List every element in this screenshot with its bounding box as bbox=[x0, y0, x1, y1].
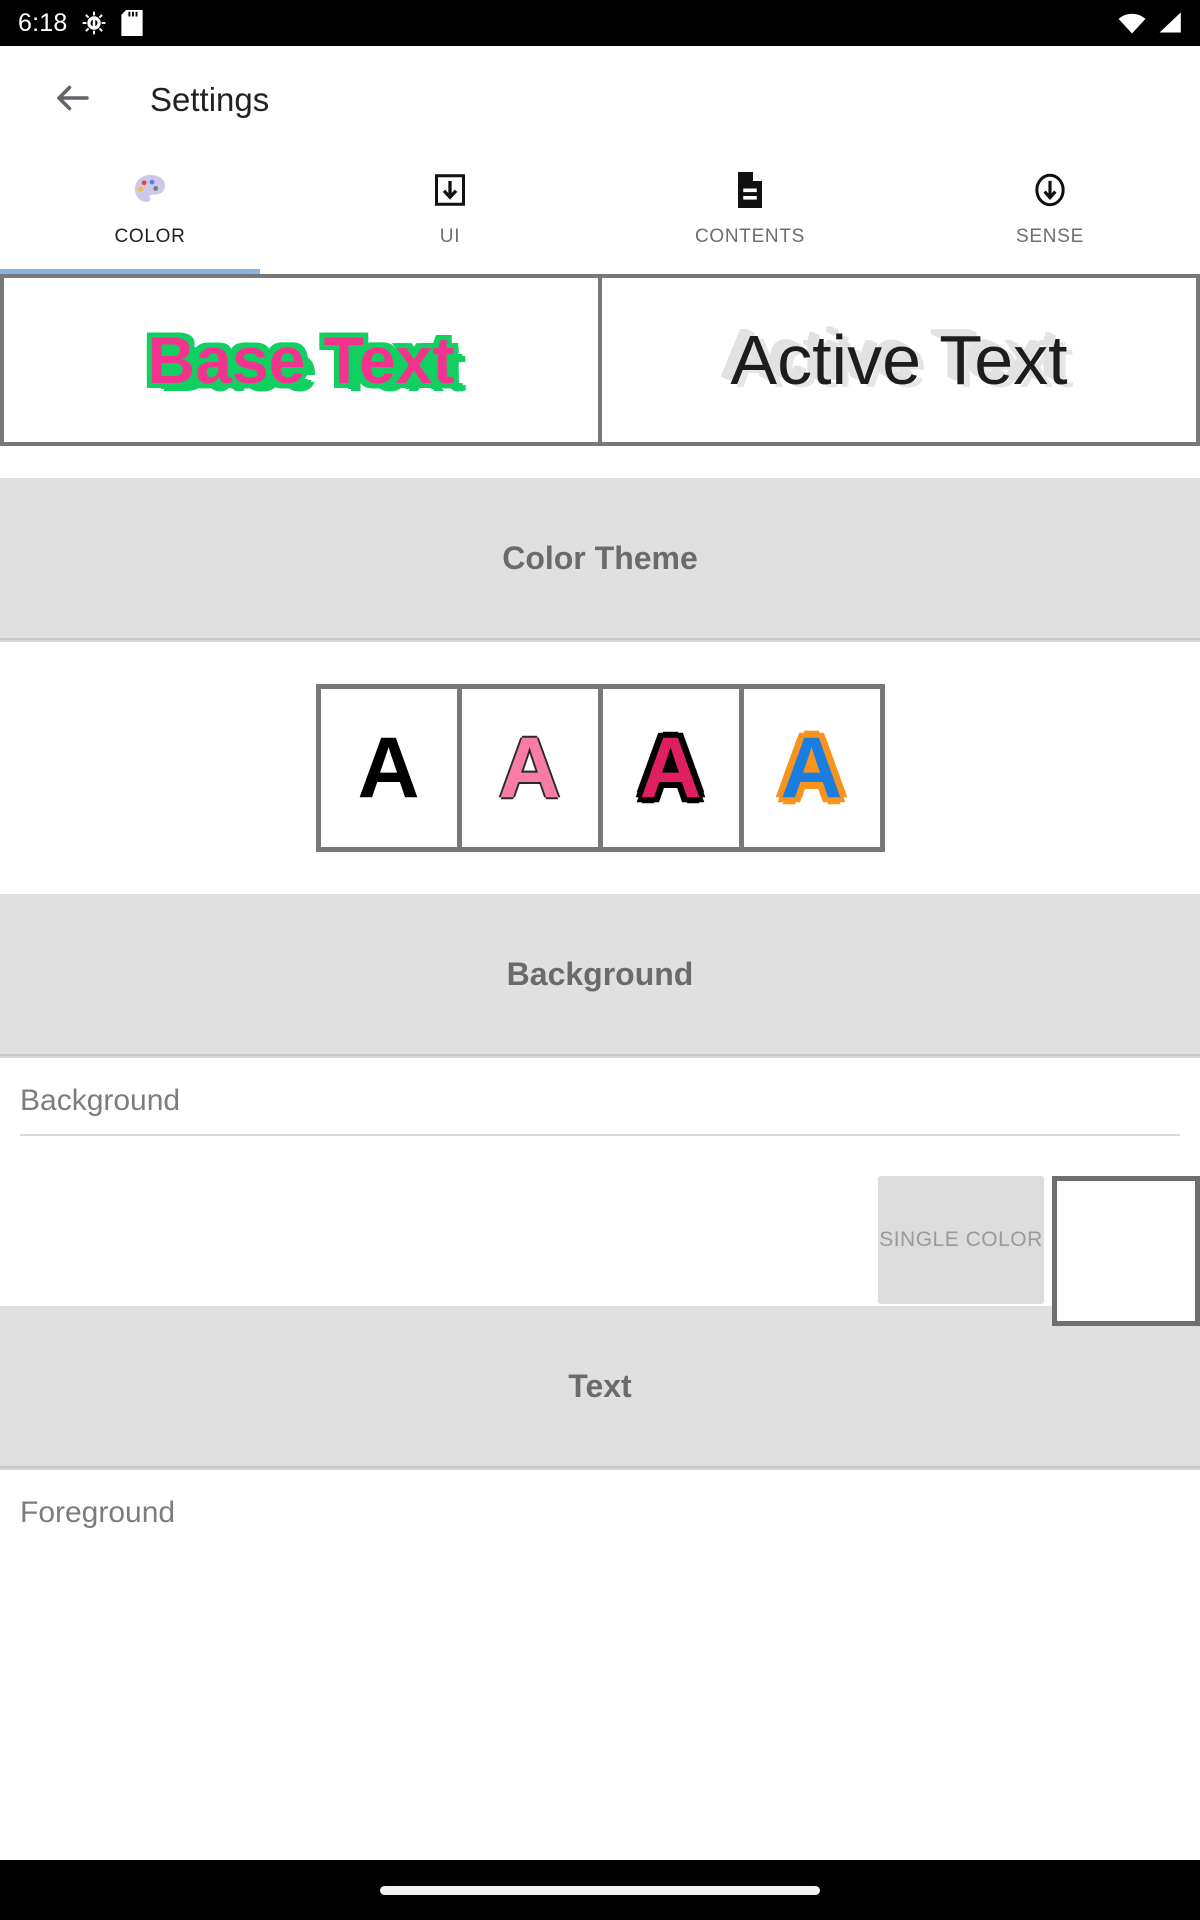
color-theme-options: A A A A bbox=[0, 642, 1200, 894]
section-title-background: Background bbox=[506, 955, 694, 992]
section-title-color-theme: Color Theme bbox=[502, 539, 698, 576]
tab-label-sense: SENSE bbox=[1016, 226, 1084, 247]
tab-bar: COLOR UI CONTENTS SENSE bbox=[0, 154, 1200, 274]
back-button[interactable] bbox=[46, 73, 100, 127]
tab-ui[interactable]: UI bbox=[300, 154, 600, 274]
theme-swatch-2[interactable]: A bbox=[461, 689, 598, 847]
theme-swatch-glyph: A bbox=[639, 720, 702, 816]
back-arrow-icon bbox=[52, 77, 94, 124]
single-color-mode-chip[interactable]: SINGLE COLOR bbox=[878, 1176, 1044, 1304]
single-color-chip-label: SINGLE COLOR bbox=[879, 1228, 1043, 1251]
spacer-after-preview bbox=[0, 446, 1200, 478]
tab-sense[interactable]: SENSE bbox=[900, 154, 1200, 274]
background-color-swatch[interactable] bbox=[1052, 1176, 1200, 1326]
status-bar-right bbox=[1118, 12, 1182, 34]
tab-label-contents: CONTENTS bbox=[694, 226, 806, 247]
page-title: Settings bbox=[150, 81, 270, 118]
tab-contents[interactable]: CONTENTS bbox=[600, 154, 900, 274]
sd-card-icon bbox=[121, 10, 144, 36]
tab-label-color: COLOR bbox=[114, 226, 186, 247]
section-header-background: Background bbox=[0, 894, 1200, 1056]
status-time: 6:18 bbox=[18, 8, 68, 37]
tab-color[interactable]: COLOR bbox=[0, 154, 300, 274]
app-toolbar: Settings bbox=[0, 46, 1200, 154]
system-navigation-bar bbox=[0, 1860, 1200, 1920]
section-header-color-theme: Color Theme bbox=[0, 478, 1200, 640]
signal-icon bbox=[1156, 12, 1182, 34]
section-title-text: Text bbox=[568, 1367, 632, 1404]
status-bar-left: 6:18 bbox=[18, 8, 144, 38]
section-header-text: Text bbox=[0, 1306, 1200, 1468]
wifi-icon bbox=[1118, 12, 1146, 34]
theme-swatch-1[interactable]: A bbox=[320, 689, 457, 847]
background-preference-controls: SINGLE COLOR bbox=[878, 1176, 1200, 1326]
home-gesture-pill[interactable] bbox=[380, 1885, 820, 1895]
settings-screen: 6:18 Settings COLOR UI CONTENTS SENSE Ba… bbox=[0, 0, 1200, 1920]
status-bar: 6:18 bbox=[0, 0, 1200, 46]
background-preference-row[interactable]: Background SINGLE COLOR bbox=[0, 1058, 1200, 1326]
foreground-preference-row[interactable]: Foreground bbox=[0, 1470, 1200, 1530]
base-text-sample: Base Text bbox=[147, 323, 455, 397]
tab-selected-indicator bbox=[0, 269, 260, 274]
download-box-icon bbox=[432, 168, 468, 212]
android-bug-icon bbox=[81, 10, 107, 36]
preview-row: Base Text Active Text bbox=[0, 274, 1200, 446]
base-text-preview[interactable]: Base Text bbox=[0, 274, 602, 446]
active-text-sample: Active Text bbox=[730, 321, 1068, 399]
divider-background-row bbox=[20, 1134, 1180, 1136]
theme-swatch-3[interactable]: A bbox=[602, 689, 739, 847]
active-text-preview[interactable]: Active Text bbox=[602, 274, 1200, 446]
theme-swatch-group: A A A A bbox=[315, 684, 885, 852]
background-preference-title: Background bbox=[20, 1084, 181, 1117]
tab-label-ui: UI bbox=[439, 226, 461, 247]
circle-down-arrow-icon bbox=[1031, 168, 1069, 212]
theme-swatch-glyph: A bbox=[498, 720, 561, 816]
theme-swatch-4[interactable]: A bbox=[743, 689, 880, 847]
theme-swatch-glyph: A bbox=[780, 720, 843, 816]
palette-icon bbox=[131, 168, 169, 212]
document-icon bbox=[733, 168, 767, 212]
foreground-preference-title: Foreground bbox=[20, 1496, 176, 1529]
theme-swatch-glyph: A bbox=[357, 720, 420, 816]
